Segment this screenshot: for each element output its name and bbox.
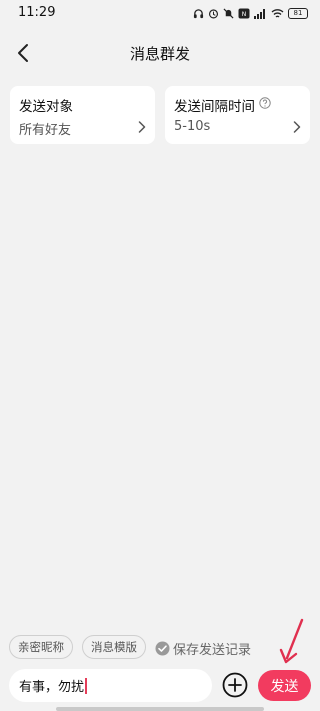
send-interval-value: 5-10s	[174, 119, 211, 134]
message-input-value: 有事，勿扰	[19, 680, 85, 695]
send-interval-card[interactable]: 发送间隔时间 5-10s	[165, 86, 310, 144]
chevron-right-icon	[138, 121, 146, 133]
send-target-value: 所有好友	[19, 123, 72, 138]
send-target-title: 发送对象	[19, 99, 73, 115]
message-input[interactable]: 有事，勿扰	[9, 669, 212, 702]
alarm-icon	[208, 8, 219, 18]
home-indicator	[56, 707, 264, 711]
header: 消息群发	[0, 26, 320, 80]
status-bar: 11:29 N 81	[0, 0, 320, 26]
chevron-right-icon	[293, 121, 301, 133]
status-icons: N 81	[193, 6, 308, 20]
mute-icon	[223, 7, 234, 19]
headphone-icon	[193, 8, 204, 18]
svg-text:N: N	[242, 11, 247, 18]
text-caret	[85, 677, 88, 694]
save-record-label: 保存发送记录	[173, 642, 252, 658]
save-record-toggle[interactable]: 保存发送记录	[155, 637, 251, 659]
send-button[interactable]: 发送	[258, 670, 311, 701]
page-title: 消息群发	[129, 45, 190, 63]
status-time: 11:29	[18, 5, 56, 20]
send-target-card[interactable]: 发送对象 所有好友	[10, 86, 155, 144]
help-icon[interactable]	[259, 97, 271, 109]
nfc-icon: N	[238, 8, 250, 18]
wifi-icon	[271, 8, 284, 18]
plus-circle-icon[interactable]	[222, 672, 248, 698]
message-template-chip[interactable]: 消息模版	[82, 635, 146, 659]
signal-icon	[254, 8, 265, 19]
send-interval-title: 发送间隔时间	[174, 99, 255, 115]
battery-icon: 81	[288, 7, 308, 19]
intimate-nickname-chip[interactable]: 亲密昵称	[9, 635, 73, 659]
check-circle-icon	[155, 641, 170, 655]
annotation-arrow-icon	[279, 618, 304, 664]
